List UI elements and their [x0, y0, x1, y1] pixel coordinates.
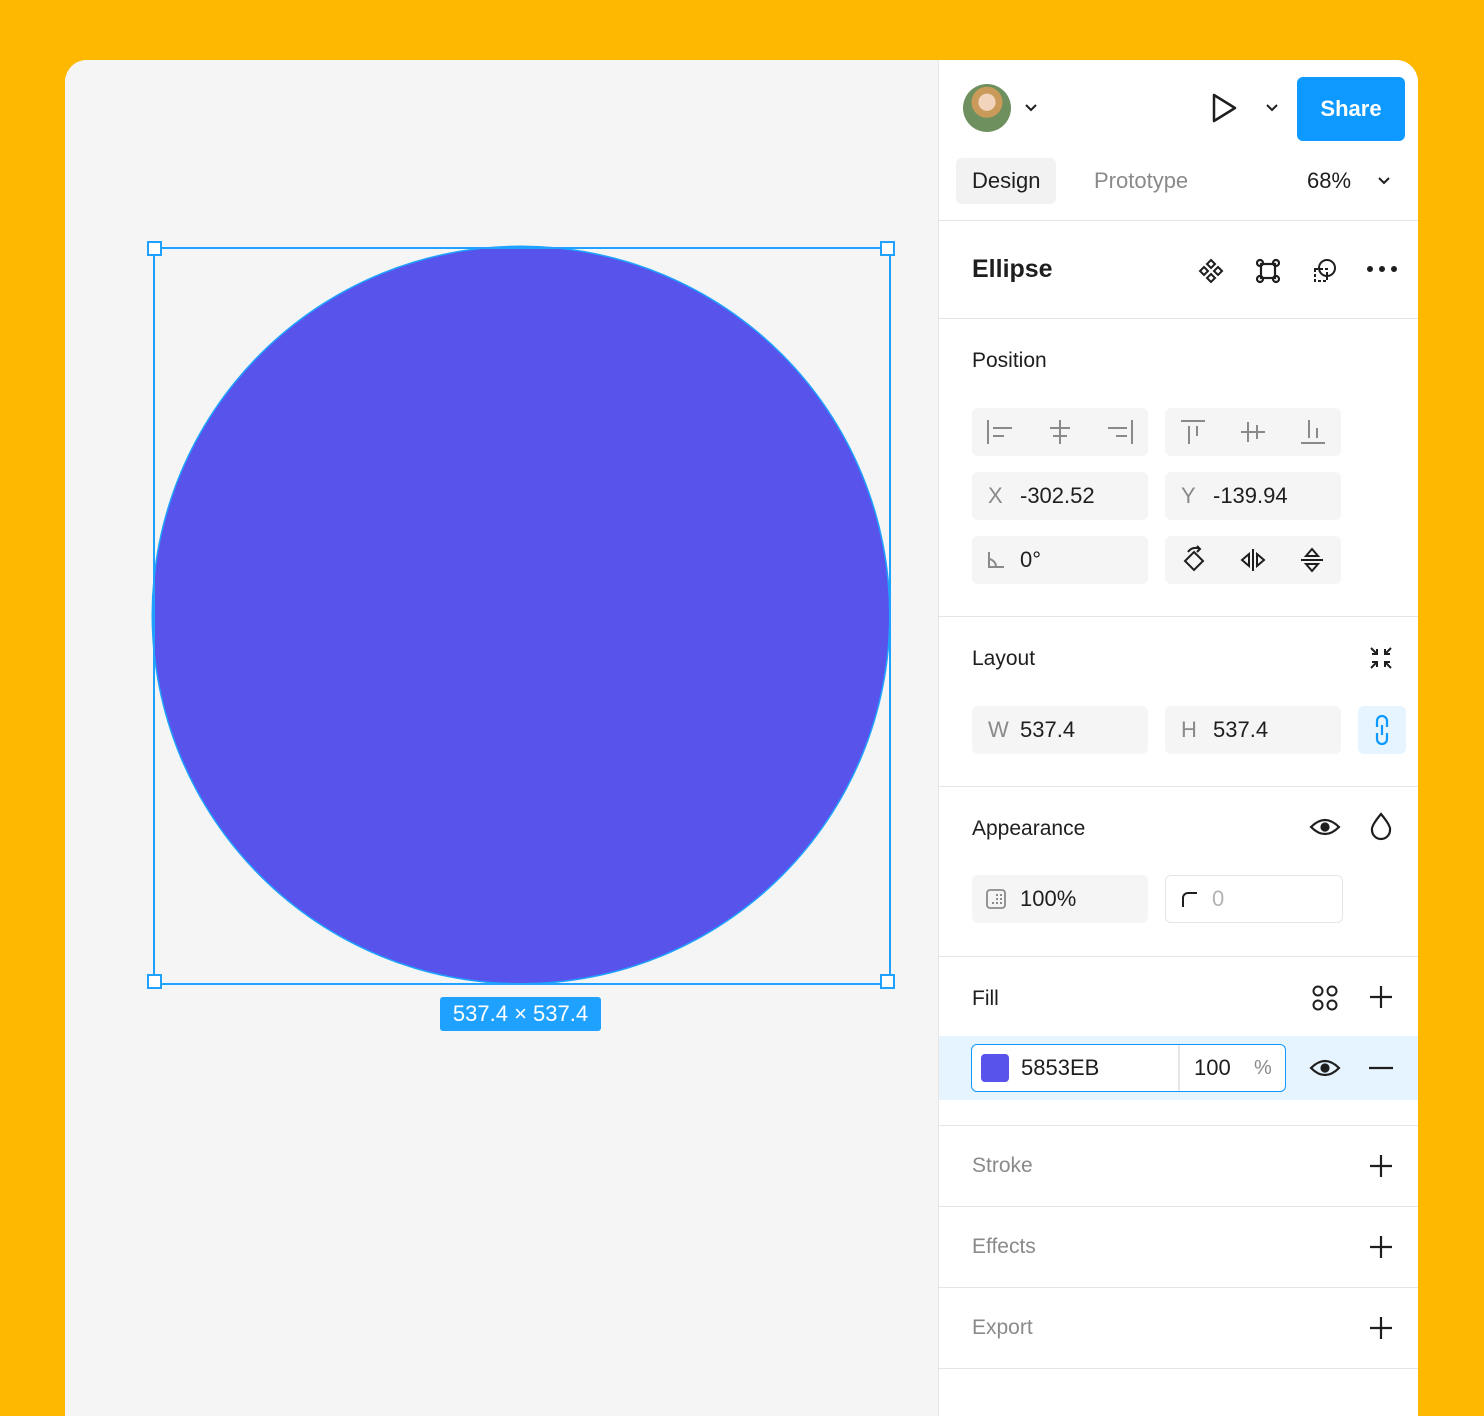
- y-position-field[interactable]: Y -139.94: [1165, 472, 1341, 520]
- collapse-layout-icon[interactable]: [1367, 644, 1395, 672]
- align-vertical-center-icon[interactable]: [1237, 418, 1269, 446]
- panel-tabs: Design Prototype 68%: [939, 156, 1418, 221]
- share-button[interactable]: Share: [1297, 77, 1405, 141]
- fill-percent-sign: %: [1254, 1057, 1272, 1079]
- zoom-level[interactable]: 68%: [1307, 158, 1351, 204]
- align-right-icon[interactable]: [1104, 418, 1136, 446]
- corner-radius-field[interactable]: 0: [1165, 875, 1343, 923]
- width-field[interactable]: W 537.4: [972, 706, 1148, 754]
- app-window: 537.4 × 537.4 Share Design Prototype 68%: [65, 60, 1418, 1416]
- component-icon[interactable]: [1197, 257, 1225, 285]
- x-position-field[interactable]: X -302.52: [972, 472, 1148, 520]
- appearance-section: Appearance 100% 0: [939, 787, 1418, 957]
- effects-title: Effects: [972, 1235, 1036, 1258]
- zoom-chevron-icon[interactable]: [1377, 174, 1391, 188]
- layer-header: Ellipse: [939, 221, 1418, 319]
- remove-fill-icon[interactable]: [1367, 1056, 1395, 1080]
- h-value: 537.4: [1213, 717, 1269, 742]
- position-section: Position X -302.52 Y -139.94 0°: [939, 319, 1418, 617]
- y-label: Y: [1181, 483, 1196, 508]
- link-icon: [1375, 714, 1389, 746]
- x-value: -302.52: [1020, 483, 1095, 508]
- blend-mode-icon[interactable]: [1369, 811, 1393, 841]
- rotate-90-icon[interactable]: [1179, 544, 1209, 576]
- frame-selection-icon[interactable]: [1254, 257, 1282, 285]
- export-title: Export: [972, 1316, 1033, 1339]
- chevron-down-icon[interactable]: [1023, 100, 1039, 116]
- fill-divider: [1178, 1045, 1180, 1091]
- constrain-proportions-toggle[interactable]: [1358, 706, 1406, 754]
- fill-visibility-eye-icon[interactable]: [1309, 1056, 1341, 1080]
- horizontal-align-group: [972, 408, 1148, 456]
- align-bottom-icon[interactable]: [1297, 418, 1329, 446]
- add-effect-icon[interactable]: [1368, 1234, 1394, 1260]
- position-title: Position: [972, 349, 1047, 372]
- fill-title: Fill: [972, 987, 999, 1010]
- resize-handle-top-right[interactable]: [880, 241, 895, 256]
- tab-design[interactable]: Design: [956, 158, 1057, 204]
- layout-title: Layout: [972, 647, 1036, 670]
- fill-row[interactable]: 5853EB 100 %: [939, 1036, 1418, 1100]
- layout-section: Layout W 537.4 H 537.4: [939, 617, 1418, 787]
- vertical-align-group: [1165, 408, 1341, 456]
- export-section: Export: [939, 1288, 1418, 1369]
- tab-prototype[interactable]: Prototype: [1078, 158, 1204, 204]
- transform-group: [1165, 536, 1341, 584]
- align-left-icon[interactable]: [984, 418, 1016, 446]
- fill-section: Fill 5853EB 100 %: [939, 957, 1418, 1126]
- styles-grid-icon[interactable]: [1311, 984, 1339, 1012]
- selection-box[interactable]: [153, 247, 891, 985]
- eye-icon[interactable]: [1309, 815, 1341, 839]
- height-field[interactable]: H 537.4: [1165, 706, 1341, 754]
- appearance-title: Appearance: [972, 817, 1086, 840]
- more-options-icon[interactable]: [1365, 261, 1399, 277]
- flip-horizontal-icon[interactable]: [1238, 545, 1268, 575]
- stroke-section: Stroke: [939, 1126, 1418, 1207]
- selection-size-label: 537.4 × 537.4: [440, 997, 601, 1031]
- add-fill-icon[interactable]: [1368, 984, 1394, 1010]
- flip-vertical-icon[interactable]: [1297, 545, 1327, 575]
- opacity-icon: [986, 889, 1006, 909]
- add-export-icon[interactable]: [1368, 1315, 1394, 1341]
- resize-handle-bottom-left[interactable]: [147, 974, 162, 989]
- play-options-chevron-icon[interactable]: [1265, 101, 1279, 115]
- resize-handle-bottom-right[interactable]: [880, 974, 895, 989]
- rotation-angle-icon: [988, 552, 1004, 568]
- rotation-field[interactable]: 0°: [972, 536, 1148, 584]
- w-label: W: [988, 717, 1009, 742]
- mask-icon[interactable]: [1311, 257, 1339, 285]
- stroke-title: Stroke: [972, 1154, 1033, 1177]
- corner-radius-value: 0: [1212, 886, 1225, 911]
- y-value: -139.94: [1213, 483, 1288, 508]
- add-stroke-icon[interactable]: [1368, 1153, 1394, 1179]
- x-label: X: [988, 483, 1003, 508]
- user-avatar[interactable]: [963, 84, 1011, 132]
- panel-topbar: Share: [939, 60, 1418, 156]
- fill-hex-value[interactable]: 5853EB: [1021, 1045, 1099, 1091]
- properties-panel: Share Design Prototype 68% Ellipse Posit…: [938, 60, 1418, 1416]
- effects-section: Effects: [939, 1207, 1418, 1288]
- h-label: H: [1181, 717, 1197, 742]
- align-horizontal-center-icon[interactable]: [1044, 418, 1076, 446]
- play-icon[interactable]: [1209, 92, 1239, 124]
- fill-opacity-value[interactable]: 100: [1194, 1045, 1231, 1091]
- layer-opacity-field[interactable]: 100%: [972, 875, 1148, 923]
- align-top-icon[interactable]: [1177, 418, 1209, 446]
- fill-color-swatch[interactable]: [981, 1054, 1009, 1082]
- corner-radius-icon: [1182, 892, 1197, 907]
- rotation-value: 0°: [1020, 547, 1042, 572]
- fill-input-group[interactable]: 5853EB 100 %: [971, 1044, 1286, 1092]
- opacity-value: 100%: [1020, 886, 1077, 911]
- w-value: 537.4: [1020, 717, 1076, 742]
- resize-handle-top-left[interactable]: [147, 241, 162, 256]
- layer-title: Ellipse: [972, 255, 1053, 283]
- design-canvas[interactable]: 537.4 × 537.4: [65, 60, 965, 1416]
